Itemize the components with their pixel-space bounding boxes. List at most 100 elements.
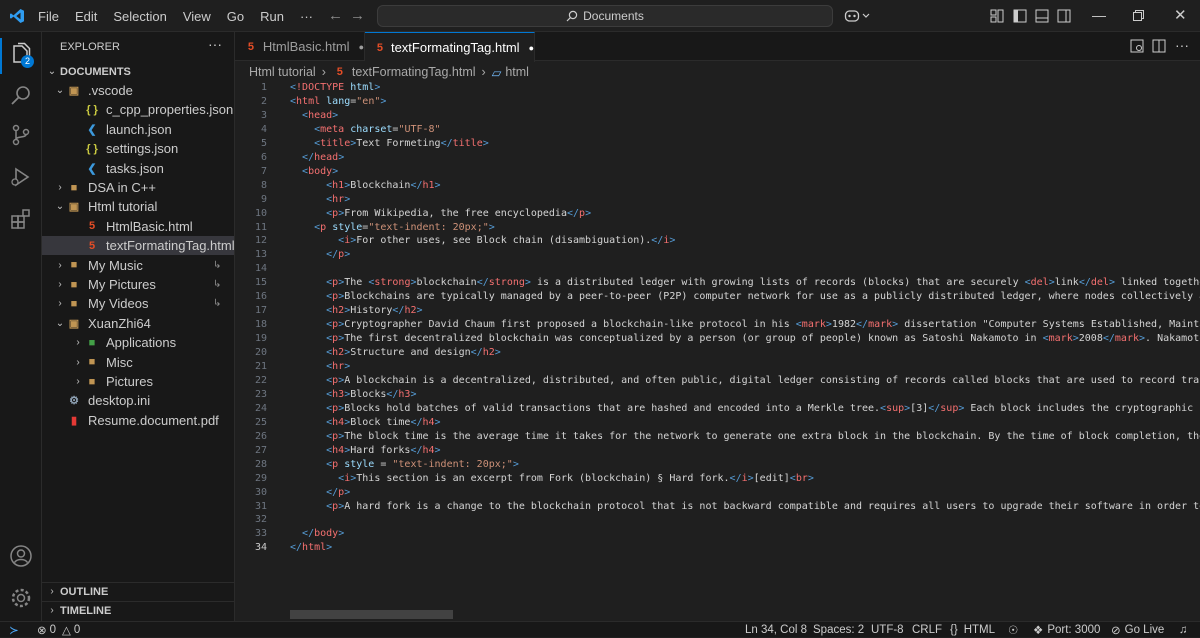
code-line[interactable]: <p>Cryptographer David Chaum first propo…	[290, 319, 1200, 330]
copilot-status-icon[interactable]: ☉	[1008, 622, 1018, 638]
go-live-button[interactable]: ⊘ Go Live	[1111, 622, 1164, 638]
code-line[interactable]: <p style = "text-indent: 20px;">	[290, 459, 519, 470]
code-line[interactable]: <p>The block time is the average time it…	[290, 431, 1200, 442]
code-line[interactable]: <i>This section is an excerpt from Fork …	[290, 473, 814, 484]
port-status[interactable]: ❖ Port: 3000	[1033, 622, 1100, 638]
code-line[interactable]: <p>Blockchains are typically managed by …	[290, 291, 1200, 302]
code-line[interactable]: <h1>Blockchain</h1>	[290, 180, 440, 191]
code-line[interactable]: </html>	[290, 542, 332, 553]
code-line[interactable]: <body>	[290, 166, 338, 177]
tree-item[interactable]: › ■ Applications	[42, 333, 234, 352]
code-line[interactable]: <p>The first decentralized blockchain wa…	[290, 333, 1200, 344]
menu-go[interactable]: Go	[219, 9, 252, 24]
tree-item[interactable]: ▮ Resume.document.pdf	[42, 411, 234, 430]
code-line[interactable]: <head>	[290, 110, 338, 121]
menu-selection[interactable]: Selection	[105, 9, 174, 24]
more-actions-icon[interactable]: ···	[208, 36, 222, 52]
customize-layout-icon[interactable]	[990, 9, 1004, 23]
close-icon[interactable]: ✕	[1174, 6, 1187, 24]
language-mode[interactable]: {} HTML	[950, 622, 995, 638]
code-line[interactable]: <i>For other uses, see Block chain (disa…	[290, 235, 675, 246]
toggle-panel-icon[interactable]	[1035, 9, 1049, 23]
tree-item[interactable]: ⌄ ▣ .vscode	[42, 81, 234, 100]
tree-item[interactable]: › ■ My Music ↳	[42, 256, 234, 275]
code-line[interactable]: </p>	[290, 249, 350, 260]
tab-htmlbasic[interactable]: 5 HtmlBasic.html ●	[235, 32, 365, 61]
tree-item[interactable]: ⌄ ▣ XuanZhi64	[42, 314, 234, 333]
search-icon[interactable]	[9, 84, 33, 108]
code-line[interactable]: <p>From Wikipedia, the free encyclopedia…	[290, 208, 591, 219]
code-line[interactable]: <p>The <strong>blockchain</strong> is a …	[290, 277, 1200, 288]
tree-item[interactable]: ❮ launch.json	[42, 120, 234, 139]
tree-item[interactable]: { } settings.json	[42, 139, 234, 158]
run-debug-icon[interactable]	[9, 165, 33, 189]
tab-textformatingtag[interactable]: 5 textFormatingTag.html ●	[365, 32, 535, 62]
tree-item[interactable]: › ■ Pictures	[42, 372, 234, 391]
code-line[interactable]: <p>Blocks hold batches of valid transact…	[290, 403, 1200, 414]
eol-status[interactable]: CRLF	[912, 622, 942, 638]
code-line[interactable]: <hr>	[290, 194, 350, 205]
extensions-icon[interactable]	[9, 207, 33, 231]
code-line[interactable]: </head>	[290, 152, 344, 163]
cursor-position[interactable]: Ln 34, Col 8	[745, 622, 807, 638]
code-line[interactable]: <hr>	[290, 361, 350, 372]
manage-gear-icon[interactable]	[9, 586, 33, 610]
open-preview-icon[interactable]	[1130, 39, 1144, 53]
code-line[interactable]: </body>	[290, 528, 344, 539]
code-line[interactable]: <h4>Block time</h4>	[290, 417, 440, 428]
restore-icon[interactable]	[1133, 10, 1144, 21]
back-arrow-icon[interactable]: ←	[328, 7, 343, 24]
forward-arrow-icon[interactable]: →	[350, 7, 365, 24]
tree-item[interactable]: { } c_cpp_properties.json	[42, 100, 234, 119]
tree-item[interactable]: ⌄ ▣ Html tutorial	[42, 197, 234, 216]
code-line[interactable]: <p>A hard fork is a change to the blockc…	[290, 501, 1200, 512]
code-line[interactable]: <h2>Structure and design</h2>	[290, 347, 501, 358]
breadcrumb-symbol[interactable]: html	[505, 65, 529, 79]
copilot-icon[interactable]	[844, 8, 870, 24]
problems-status[interactable]: ⊗ 0 △ 0	[37, 622, 80, 638]
code-line[interactable]: </p>	[290, 487, 350, 498]
line-number: 8	[260, 179, 267, 191]
account-icon[interactable]	[9, 544, 33, 568]
notifications-bell-icon[interactable]: ♫	[1179, 622, 1188, 638]
indentation-status[interactable]: Spaces: 2	[813, 622, 864, 638]
menu-edit[interactable]: Edit	[67, 9, 105, 24]
breadcrumb-folder[interactable]: Html tutorial	[249, 65, 316, 79]
split-editor-icon[interactable]	[1152, 39, 1166, 53]
toggle-primary-sidebar-icon[interactable]	[1013, 9, 1027, 23]
code-line[interactable]: <meta charset="UTF-8"	[290, 124, 441, 135]
breadcrumb-file[interactable]: textFormatingTag.html	[352, 65, 476, 79]
code-line[interactable]: <p>A blockchain is a decentralized, dist…	[290, 375, 1200, 386]
tree-item[interactable]: 5 HtmlBasic.html	[42, 217, 234, 236]
code-line[interactable]: <html lang="en">	[290, 96, 386, 107]
tree-item[interactable]: 5 textFormatingTag.html	[42, 236, 234, 256]
tree-item[interactable]: ❮ tasks.json	[42, 159, 234, 178]
toggle-secondary-sidebar-icon[interactable]	[1057, 9, 1071, 23]
code-line[interactable]: <h2>History</h2>	[290, 305, 422, 316]
tree-item[interactable]: › ■ My Videos ↳	[42, 294, 234, 313]
outline-section[interactable]: › OUTLINE	[42, 582, 234, 601]
encoding-status[interactable]: UTF-8	[871, 622, 904, 638]
code-line[interactable]: <!DOCTYPE html>	[290, 82, 380, 93]
code-line[interactable]: <p style="text-indent: 20px;">	[290, 222, 495, 233]
menu-file[interactable]: File	[30, 9, 67, 24]
command-center-search[interactable]: Documents	[377, 5, 833, 27]
editor-area: 5 HtmlBasic.html ● 5 textFormatingTag.ht…	[235, 32, 1200, 621]
menu-more[interactable]: ···	[292, 9, 321, 24]
code-line[interactable]: <title>Text Formeting</title>	[290, 138, 489, 149]
code-line[interactable]: <h4>Hard forks</h4>	[290, 445, 440, 456]
tree-item[interactable]: ⚙ desktop.ini	[42, 391, 234, 410]
source-control-icon[interactable]	[9, 123, 33, 147]
tree-item[interactable]: › ■ DSA in C++	[42, 178, 234, 197]
editor-more-actions-icon[interactable]: ···	[1175, 37, 1189, 53]
tree-item[interactable]: › ■ My Pictures ↳	[42, 275, 234, 294]
minimize-icon[interactable]: —	[1092, 7, 1106, 23]
remote-indicator[interactable]: ≻	[0, 622, 28, 638]
timeline-section[interactable]: › TIMELINE	[42, 601, 234, 620]
menu-view[interactable]: View	[175, 9, 219, 24]
menu-run[interactable]: Run	[252, 9, 292, 24]
workspace-root[interactable]: ⌄ DOCUMENTS	[42, 62, 234, 81]
code-line[interactable]: <h3>Blocks</h3>	[290, 389, 416, 400]
horizontal-scrollbar-thumb[interactable]	[290, 610, 453, 619]
tree-item[interactable]: › ■ Misc	[42, 353, 234, 372]
